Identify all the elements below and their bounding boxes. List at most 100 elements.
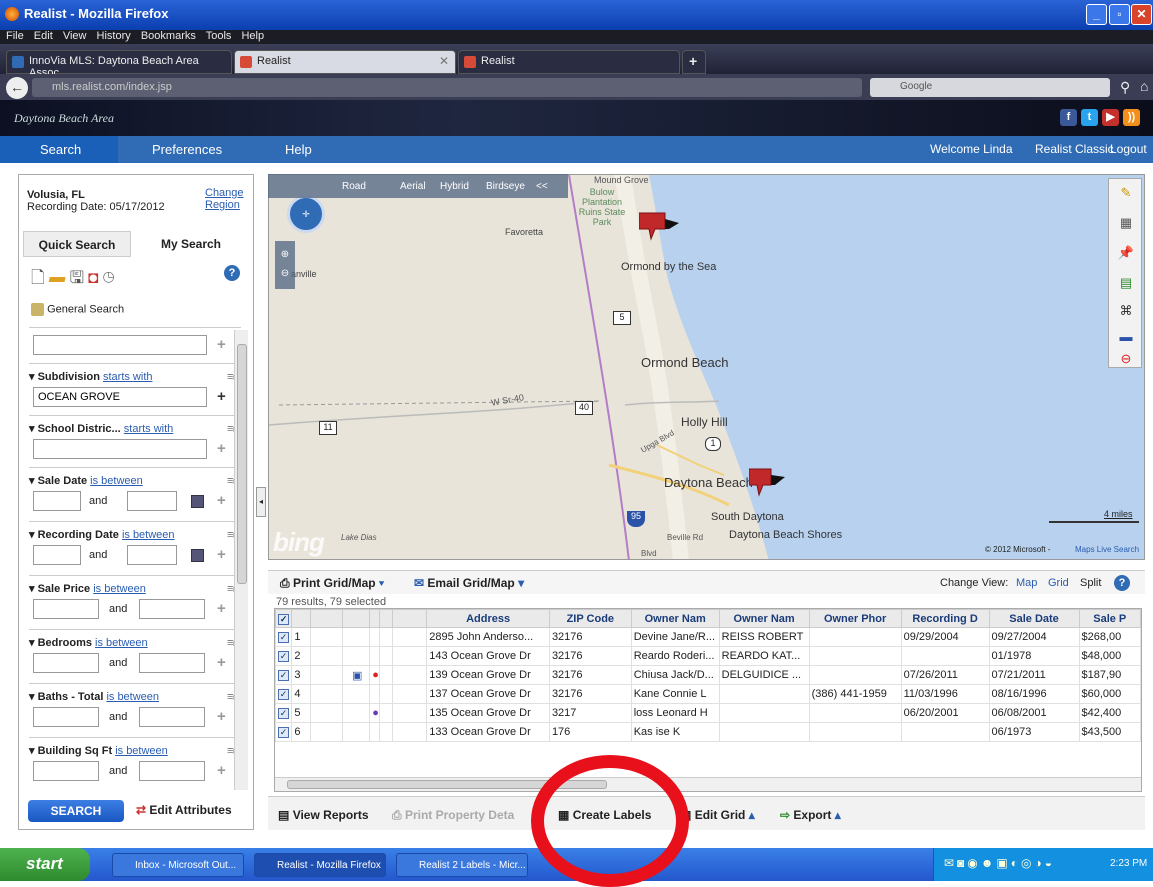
baths-to[interactable]: [139, 707, 205, 727]
save-icon[interactable]: 🖫: [70, 268, 88, 287]
row-checkbox[interactable]: ✓: [275, 684, 293, 704]
map-type-hybrid[interactable]: Hybrid: [440, 181, 469, 192]
col-recording-date[interactable]: Recording D: [900, 609, 990, 628]
tray-icons[interactable]: ✉◙◉☻▣◐◎◑◒: [944, 856, 1055, 870]
menu-history[interactable]: History: [97, 30, 131, 42]
add-icon[interactable]: +: [217, 654, 226, 671]
menu-tools[interactable]: Tools: [206, 30, 232, 42]
change-link[interactable]: Change: [205, 187, 244, 199]
sale-date-from[interactable]: [33, 491, 81, 511]
map-type-birdseye[interactable]: Birdseye: [486, 181, 525, 192]
school-district-input[interactable]: [33, 439, 207, 459]
menu-view[interactable]: View: [63, 30, 87, 42]
property-marker-icon[interactable]: [638, 211, 679, 241]
calendar-icon[interactable]: [191, 495, 204, 508]
col-zip[interactable]: ZIP Code: [548, 609, 632, 628]
maps-live-search-link[interactable]: Maps Live Search: [1075, 545, 1139, 554]
edit-grid-button[interactable]: ▦ Edit Grid ▴: [680, 808, 755, 822]
recording-date-from[interactable]: [33, 545, 81, 565]
zoom-out-icon[interactable]: ⊖: [275, 268, 295, 279]
start-button[interactable]: start: [0, 848, 90, 881]
minimize-button[interactable]: _: [1086, 4, 1107, 25]
add-icon[interactable]: +: [217, 440, 226, 457]
tab-my-search[interactable]: My Search: [133, 231, 249, 257]
realist-classic-link[interactable]: Realist Classic: [1035, 142, 1114, 156]
rss-icon[interactable]: )): [1123, 109, 1140, 126]
edit-attributes-button[interactable]: ⇄ Edit Attributes: [136, 803, 232, 817]
sqft-to[interactable]: [139, 761, 205, 781]
scrollbar-thumb[interactable]: [237, 344, 247, 584]
add-icon[interactable]: +: [217, 762, 226, 779]
camera-icon[interactable]: ▣: [342, 665, 371, 685]
new-file-icon[interactable]: 🗋: [31, 268, 49, 287]
view-reports-button[interactable]: ▤ View Reports: [278, 808, 369, 822]
url-field[interactable]: mls.realist.com/index.jsp: [32, 78, 862, 97]
sqft-from[interactable]: [33, 761, 99, 781]
facebook-icon[interactable]: f: [1060, 109, 1077, 126]
back-arrow-icon[interactable]: ←: [6, 77, 28, 99]
subdivision-input[interactable]: OCEAN GROVE: [33, 387, 207, 407]
menu-edit[interactable]: Edit: [34, 30, 53, 42]
search-icon[interactable]: ⚲: [1120, 79, 1130, 96]
collapse-panel-handle[interactable]: ◂: [256, 487, 266, 517]
map-pin-red-icon[interactable]: ●: [369, 665, 381, 685]
print-property-details-button[interactable]: ⎙ Print Property Deta: [392, 808, 514, 823]
menu-bookmarks[interactable]: Bookmarks: [141, 30, 196, 42]
col-sale-date[interactable]: Sale Date: [988, 609, 1080, 628]
help-icon[interactable]: ?: [224, 265, 240, 281]
pan-control[interactable]: ✛: [287, 195, 325, 233]
map-type-aerial[interactable]: Aerial: [400, 181, 426, 192]
map-pin-purple-icon[interactable]: ●: [369, 703, 381, 723]
tab-quick-search[interactable]: Quick Search: [23, 231, 131, 257]
col-owner-phone[interactable]: Owner Phor: [808, 609, 902, 628]
subdivision-operator[interactable]: starts with: [103, 371, 153, 383]
col-owner-name-2[interactable]: Owner Nam: [718, 609, 810, 628]
add-icon[interactable]: +: [217, 600, 226, 617]
property-marker-icon[interactable]: [748, 467, 785, 497]
taskbar-word[interactable]: Realist 2 Labels - Micr...: [396, 853, 528, 877]
add-icon[interactable]: +: [217, 336, 226, 353]
table-row[interactable]: ✓ 6 133 Ocean Grove Dr 176 Kas ise K 06/197…: [275, 722, 1141, 742]
table-row[interactable]: ✓ 1 2895 John Anderso... 32176 Devine Jane…: [275, 627, 1141, 647]
row-checkbox[interactable]: ✓: [275, 722, 293, 742]
region-link[interactable]: Region: [205, 199, 240, 211]
map-view[interactable]: Mound Grove Bulow Plantation Ruins State…: [268, 174, 1145, 560]
zoom-in-icon[interactable]: ⊕: [275, 249, 295, 260]
baths-from[interactable]: [33, 707, 99, 727]
col-owner-name-1[interactable]: Owner Nam: [630, 609, 720, 628]
sale-price-from[interactable]: [33, 599, 99, 619]
stop-icon[interactable]: ⊖: [1117, 351, 1135, 369]
taskbar-outlook[interactable]: Inbox - Microsoft Out...: [112, 853, 244, 877]
row-checkbox[interactable]: ✓: [275, 627, 293, 647]
bedrooms-from[interactable]: [33, 653, 99, 673]
add-icon[interactable]: +: [217, 546, 226, 563]
logout-link[interactable]: Logout: [1110, 142, 1147, 156]
filter-scrollbar[interactable]: [234, 330, 248, 790]
recording-date-to[interactable]: [127, 545, 177, 565]
table-row[interactable]: ✓ 4 137 Ocean Grove Dr 32176 Kane Connie L…: [275, 684, 1141, 704]
add-icon[interactable]: +: [217, 708, 226, 725]
close-tab-icon[interactable]: ✕: [439, 54, 449, 68]
chart-icon[interactable]: ▤: [1117, 275, 1135, 293]
nav-preferences-tab[interactable]: Preferences: [152, 142, 222, 157]
col-sale-price[interactable]: Sale P: [1078, 609, 1141, 628]
col-address[interactable]: Address: [426, 609, 550, 628]
menu-help[interactable]: Help: [241, 30, 264, 42]
pushpin-icon[interactable]: 📌: [1117, 245, 1135, 263]
tab-realist-1[interactable]: Realist ✕: [234, 50, 456, 74]
saved-search-icon[interactable]: ◘: [88, 268, 102, 287]
grid-help-icon[interactable]: ?: [1114, 575, 1130, 591]
collapse-map-types[interactable]: <<: [536, 181, 548, 192]
menu-file[interactable]: File: [6, 30, 24, 42]
blank-filter-input[interactable]: [33, 335, 207, 355]
export-button[interactable]: ⇨ Export ▴: [780, 808, 841, 822]
select-box-icon[interactable]: ▦: [1117, 215, 1135, 233]
select-all-checkbox[interactable]: ✓: [275, 609, 293, 628]
table-row[interactable]: ✓ 3 ▣ ● 139 Ocean Grove Dr 32176 Chiusa Ja…: [275, 665, 1141, 685]
grid-horizontal-scrollbar[interactable]: [275, 777, 1141, 791]
car-icon[interactable]: ▬: [1117, 329, 1135, 347]
table-row[interactable]: ✓ 5 ● 135 Ocean Grove Dr 3217 loss Leonard…: [275, 703, 1141, 723]
sale-price-to[interactable]: [139, 599, 205, 619]
close-button[interactable]: ✕: [1131, 4, 1152, 25]
add-icon[interactable]: +: [217, 388, 226, 405]
